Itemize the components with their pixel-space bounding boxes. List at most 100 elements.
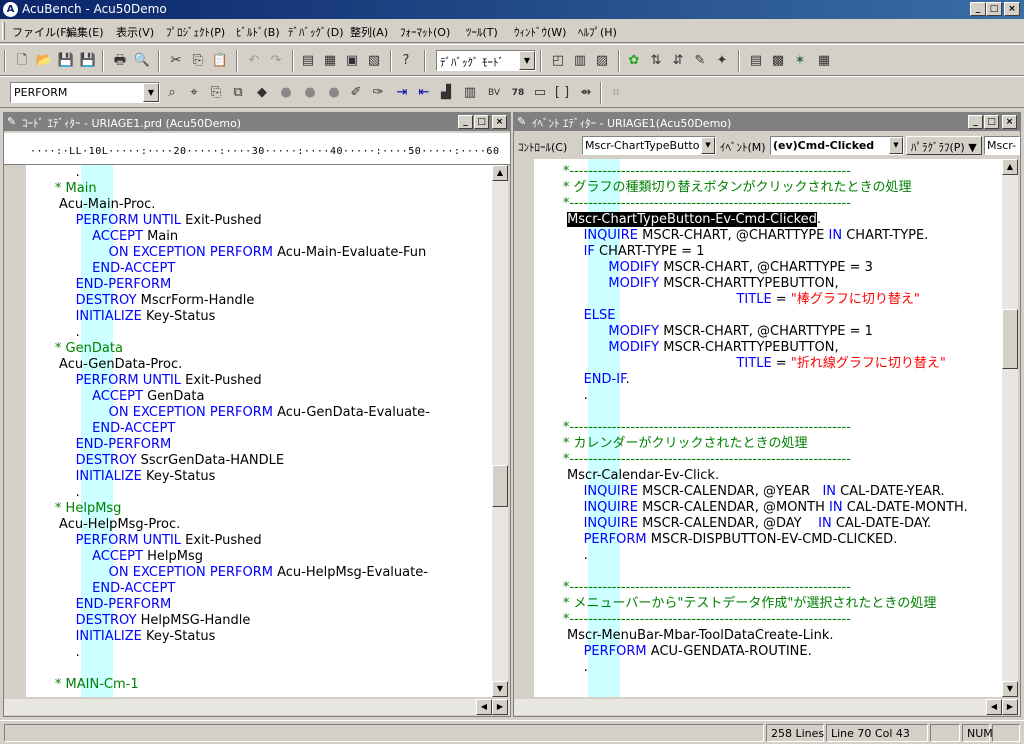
outdent-icon[interactable]: ⇤ bbox=[414, 83, 434, 103]
build-icon[interactable]: ▥ bbox=[570, 51, 590, 71]
paragraph-button[interactable]: ﾊﾟﾗｸﾞﾗﾌ(P) ▼ bbox=[906, 136, 982, 155]
prev-bookmark-icon[interactable]: ● bbox=[300, 83, 320, 103]
menu-project[interactable]: ﾌﾟﾛｼﾞｪｸﾄ(P) bbox=[166, 24, 225, 40]
format-icon[interactable]: ⌗ bbox=[606, 83, 626, 103]
pane-maximize-button[interactable]: □ bbox=[984, 115, 999, 129]
menu-edit[interactable]: 編集(E) bbox=[66, 24, 104, 40]
menu-tools[interactable]: ﾂｰﾙ(T) bbox=[466, 24, 498, 40]
code-line: Mscr-ChartTypeButton-Ev-Cmd-Clicked. bbox=[534, 212, 968, 228]
code-token: HelpMsg bbox=[142, 549, 203, 564]
minimize-button[interactable]: _ bbox=[970, 2, 986, 16]
scroll-right-icon[interactable]: ▶ bbox=[1002, 699, 1018, 715]
scroll-thumb[interactable] bbox=[492, 465, 508, 507]
mode-select[interactable]: ﾃﾞﾊﾞｯｸﾞ ﾓｰﾄﾞ ▼ bbox=[436, 50, 536, 71]
event-horizontal-scrollbar[interactable]: ◀ ▶ bbox=[514, 699, 1020, 715]
replace-icon[interactable]: ⎘ bbox=[206, 83, 226, 103]
indent-icon[interactable]: ⇥ bbox=[392, 83, 412, 103]
form-window-icon[interactable]: ▤ bbox=[298, 51, 318, 71]
find-next-icon[interactable]: ⌖ bbox=[184, 83, 204, 103]
paste-icon[interactable]: 📋 bbox=[210, 51, 230, 71]
cut-icon[interactable]: ✂ bbox=[166, 51, 186, 71]
menu-help[interactable]: ﾍﾙﾌﾟ(H) bbox=[578, 24, 617, 40]
pane-close-button[interactable]: × bbox=[492, 115, 507, 129]
event-editor-text[interactable]: *---------------------------------------… bbox=[534, 159, 1002, 697]
step-icon[interactable]: ⇵ bbox=[668, 51, 688, 71]
menu-build[interactable]: ﾋﾞﾙﾄﾞ(B) bbox=[236, 24, 280, 40]
replace-all-icon[interactable]: ⧉ bbox=[228, 83, 248, 103]
code-keyword: MODIFY bbox=[608, 260, 660, 275]
pane-minimize-button[interactable]: _ bbox=[968, 115, 983, 129]
dialog-window-icon[interactable]: ▣ bbox=[342, 51, 362, 71]
new-file-icon[interactable]: 🗋 bbox=[12, 51, 32, 71]
menu-file[interactable]: ファイル(F) bbox=[12, 24, 71, 40]
run-icon[interactable]: ✿ bbox=[624, 51, 644, 71]
event-vertical-scrollbar[interactable]: ▲ ▼ bbox=[1002, 159, 1018, 697]
close-button[interactable]: × bbox=[1004, 2, 1020, 16]
compile-icon[interactable]: ◰ bbox=[548, 51, 568, 71]
tools-icon[interactable]: ✶ bbox=[790, 51, 810, 71]
control-select-value: Mscr-ChartTypeButto bbox=[585, 139, 700, 152]
chevron-down-icon[interactable]: ▼ bbox=[701, 137, 715, 154]
menu-debug[interactable]: ﾃﾞﾊﾞｯｸﾞ(D) bbox=[288, 24, 344, 40]
clear-bookmarks-icon[interactable]: ● bbox=[324, 83, 344, 103]
uncomment-icon[interactable]: ▥ bbox=[460, 83, 480, 103]
pane-minimize-button[interactable]: _ bbox=[458, 115, 473, 129]
next-bookmark-icon[interactable]: ● bbox=[276, 83, 296, 103]
code-line: . bbox=[26, 325, 430, 341]
scroll-down-icon[interactable]: ▼ bbox=[492, 681, 508, 697]
event-select[interactable]: (ev)Cmd-Clicked ▼ bbox=[770, 136, 904, 155]
menu-format[interactable]: ﾌｫｰﾏｯﾄ(O) bbox=[400, 24, 450, 40]
copy-icon[interactable]: ⎘ bbox=[188, 51, 208, 71]
help-icon[interactable]: ? bbox=[396, 51, 416, 71]
erase-icon[interactable]: ✑ bbox=[368, 83, 388, 103]
comment-icon[interactable]: ▟ bbox=[436, 83, 456, 103]
ruler-icon[interactable]: ▭ bbox=[530, 83, 550, 103]
find-window-icon[interactable]: ▩ bbox=[768, 51, 788, 71]
output-window-icon[interactable]: ▤ bbox=[746, 51, 766, 71]
chevron-down-icon[interactable]: ▼ bbox=[143, 83, 159, 102]
scroll-thumb[interactable] bbox=[1002, 309, 1018, 369]
save-icon[interactable]: 💾 bbox=[56, 51, 76, 71]
code-editor-text[interactable]: . * Main Acu-Main-Proc. PERFORM UNTIL Ex… bbox=[26, 165, 492, 697]
control-select[interactable]: Mscr-ChartTypeButto ▼ bbox=[582, 136, 716, 155]
breakpoint-icon[interactable]: ✦ bbox=[712, 51, 732, 71]
scroll-left-icon[interactable]: ◀ bbox=[476, 699, 492, 715]
maximize-button[interactable]: □ bbox=[986, 2, 1002, 16]
image-window-icon[interactable]: ▧ bbox=[364, 51, 384, 71]
pane-close-button[interactable]: × bbox=[1002, 115, 1017, 129]
debug-icon[interactable]: ⇅ bbox=[646, 51, 666, 71]
scroll-right-icon[interactable]: ▶ bbox=[492, 699, 508, 715]
pane-maximize-button[interactable]: □ bbox=[474, 115, 489, 129]
rebuild-icon[interactable]: ▨ bbox=[592, 51, 612, 71]
code-vertical-scrollbar[interactable]: ▲ ▼ bbox=[492, 165, 508, 697]
watch-icon[interactable]: ✎ bbox=[690, 51, 710, 71]
print-preview-icon[interactable]: 🔍 bbox=[132, 51, 152, 71]
redo-icon[interactable]: ↷ bbox=[266, 51, 286, 71]
menu-view[interactable]: 表示(V) bbox=[116, 24, 154, 40]
scroll-up-icon[interactable]: ▲ bbox=[492, 165, 508, 181]
bookmark-icon[interactable]: ◆ bbox=[252, 83, 272, 103]
code-keyword: IN bbox=[828, 228, 843, 243]
chevron-down-icon[interactable]: ▼ bbox=[519, 51, 535, 70]
scroll-down-icon[interactable]: ▼ bbox=[1002, 681, 1018, 697]
menu-align[interactable]: 整列(A) bbox=[350, 24, 388, 40]
code-horizontal-scrollbar[interactable]: ◀ ▶ bbox=[4, 699, 510, 715]
scroll-left-icon[interactable]: ◀ bbox=[986, 699, 1002, 715]
highlight-icon[interactable]: ✐ bbox=[346, 83, 366, 103]
calendar-icon[interactable]: ▦ bbox=[814, 51, 834, 71]
paragraph-select[interactable]: Mscr- bbox=[984, 136, 1020, 155]
undo-icon[interactable]: ↶ bbox=[244, 51, 264, 71]
bv-icon[interactable]: BV bbox=[484, 83, 504, 103]
column-78-icon[interactable]: 78 bbox=[508, 83, 528, 103]
open-folder-icon[interactable]: 📂 bbox=[34, 51, 54, 71]
print-icon[interactable]: 🖶 bbox=[110, 51, 130, 71]
save-all-icon[interactable]: 💾 bbox=[78, 51, 98, 71]
match-icon[interactable]: ⇴ bbox=[576, 83, 596, 103]
menu-window[interactable]: ｳｨﾝﾄﾞｳ(W) bbox=[514, 24, 566, 40]
bracket-icon[interactable]: [ ] bbox=[552, 83, 572, 103]
find-icon[interactable]: ⌕ bbox=[162, 83, 182, 103]
screen-window-icon[interactable]: ▦ bbox=[320, 51, 340, 71]
chevron-down-icon[interactable]: ▼ bbox=[889, 137, 903, 154]
keyword-select[interactable]: PERFORM ▼ bbox=[10, 82, 160, 103]
scroll-up-icon[interactable]: ▲ bbox=[1002, 159, 1018, 175]
